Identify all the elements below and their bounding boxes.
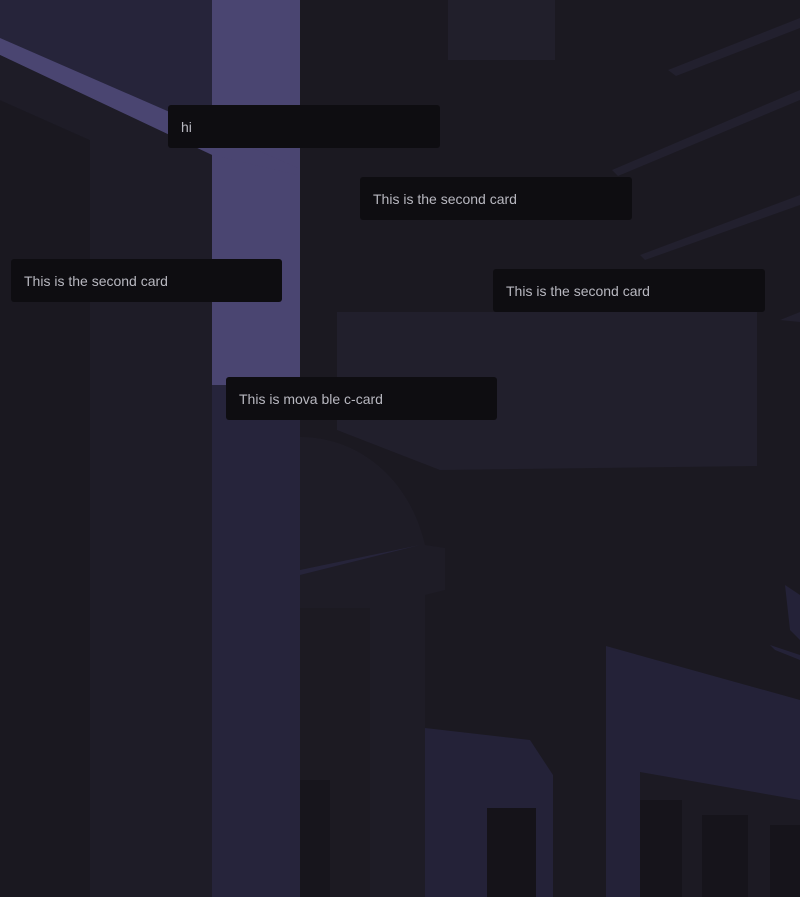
second-card[interactable]: This is the second card [493,269,765,312]
movable-card[interactable]: This is mova ble c-card [226,377,497,420]
second-card[interactable]: This is the second card [11,259,282,302]
card-label: hi [181,118,192,135]
card-label: This is the second card [373,190,517,207]
card-label: This is the second card [506,282,650,299]
card-label: This is the second card [24,272,168,289]
canvas: hi This is the second card This is the s… [0,0,800,897]
second-card[interactable]: This is the second card [360,177,632,220]
card-label: This is mova ble c-card [239,390,383,407]
card-hi[interactable]: hi [168,105,440,148]
